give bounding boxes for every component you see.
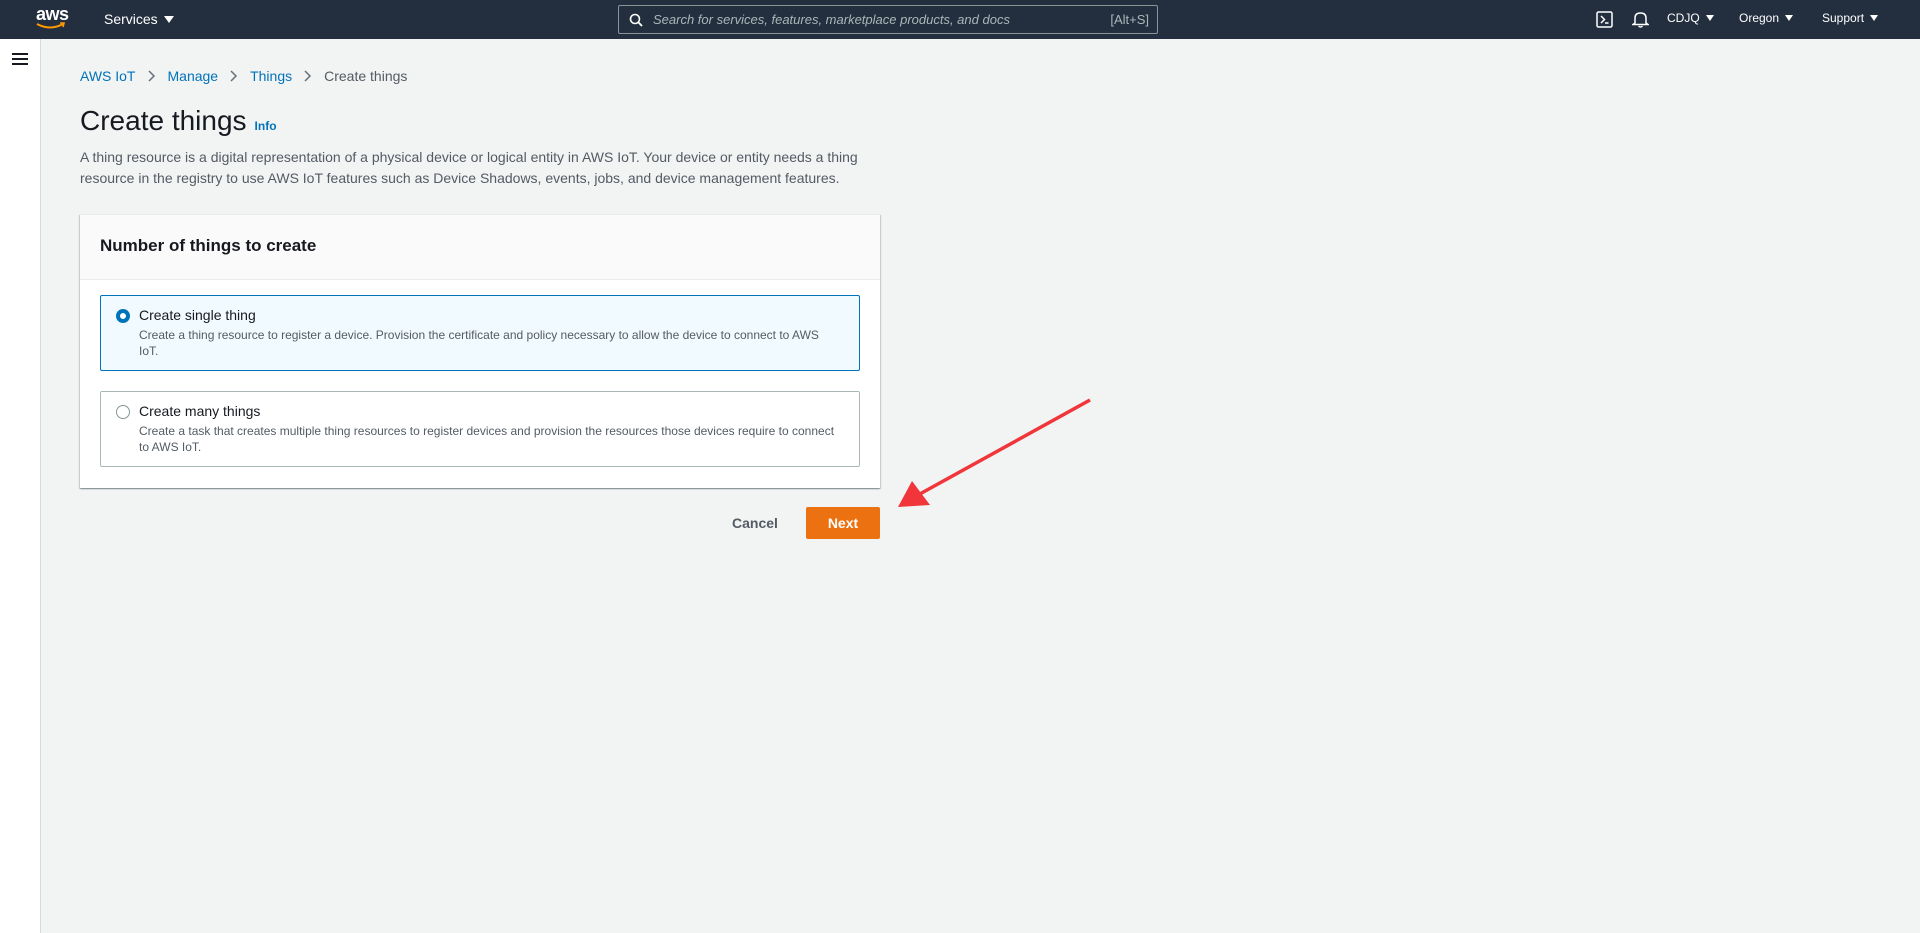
info-link[interactable]: Info: [255, 119, 277, 133]
left-navigation-rail: [0, 39, 41, 933]
option-label: Create single thing: [139, 307, 256, 323]
option-label: Create many things: [139, 403, 261, 419]
region-label: Oregon: [1739, 11, 1780, 25]
option-description: Create a task that creates multiple thin…: [139, 424, 835, 454]
top-navigation-bar: aws Services [Alt+S] CDJQ Oregon Support: [0, 0, 1920, 39]
page-header: Create things Info: [80, 105, 277, 137]
search-shortcut-hint: [Alt+S]: [1110, 12, 1149, 27]
services-label: Services: [104, 11, 158, 27]
container-header: Number of things to create: [80, 215, 880, 280]
caret-down-icon: [1870, 15, 1879, 21]
account-menu[interactable]: CDJQ: [1667, 11, 1714, 25]
bell-icon[interactable]: [1632, 10, 1649, 28]
breadcrumb-link-manage[interactable]: Manage: [168, 68, 219, 84]
page-title: Create things: [80, 105, 247, 136]
region-menu[interactable]: Oregon: [1739, 11, 1794, 25]
search-input[interactable]: [653, 9, 1073, 30]
cloudshell-icon[interactable]: [1596, 11, 1613, 28]
radio-button-selected[interactable]: [116, 309, 130, 323]
next-button[interactable]: Next: [806, 507, 880, 539]
breadcrumb-current: Create things: [324, 68, 408, 84]
option-create-many-things[interactable]: Create many things Create a task that cr…: [100, 391, 860, 467]
aws-smile-icon: [36, 22, 66, 29]
things-count-container: Number of things to create Create single…: [80, 214, 880, 488]
services-menu[interactable]: Services: [104, 11, 174, 27]
support-label: Support: [1822, 11, 1865, 25]
page-description: A thing resource is a digital representa…: [80, 149, 858, 186]
radio-button[interactable]: [116, 405, 130, 419]
support-menu[interactable]: Support: [1822, 11, 1879, 25]
annotation-arrow-icon: [898, 398, 1091, 507]
caret-down-icon: [163, 15, 174, 23]
chevron-right-icon: [304, 70, 312, 82]
menu-icon[interactable]: [12, 53, 28, 65]
option-create-single-thing[interactable]: Create single thing Create a thing resou…: [100, 295, 860, 371]
chevron-right-icon: [147, 70, 155, 82]
cancel-button[interactable]: Cancel: [722, 507, 788, 538]
account-label: CDJQ: [1667, 11, 1700, 25]
global-search[interactable]: [Alt+S]: [618, 5, 1158, 34]
caret-down-icon: [1785, 15, 1794, 21]
search-icon: [629, 13, 643, 27]
aws-logo[interactable]: aws: [34, 4, 74, 34]
breadcrumb-link-things[interactable]: Things: [250, 68, 292, 84]
breadcrumb: AWS IoT Manage Things Create things: [80, 68, 407, 84]
caret-down-icon: [1705, 15, 1714, 21]
breadcrumb-link-aws-iot[interactable]: AWS IoT: [80, 68, 136, 84]
chevron-right-icon: [230, 70, 238, 82]
container-title: Number of things to create: [100, 236, 317, 255]
option-description: Create a thing resource to register a de…: [139, 328, 819, 358]
